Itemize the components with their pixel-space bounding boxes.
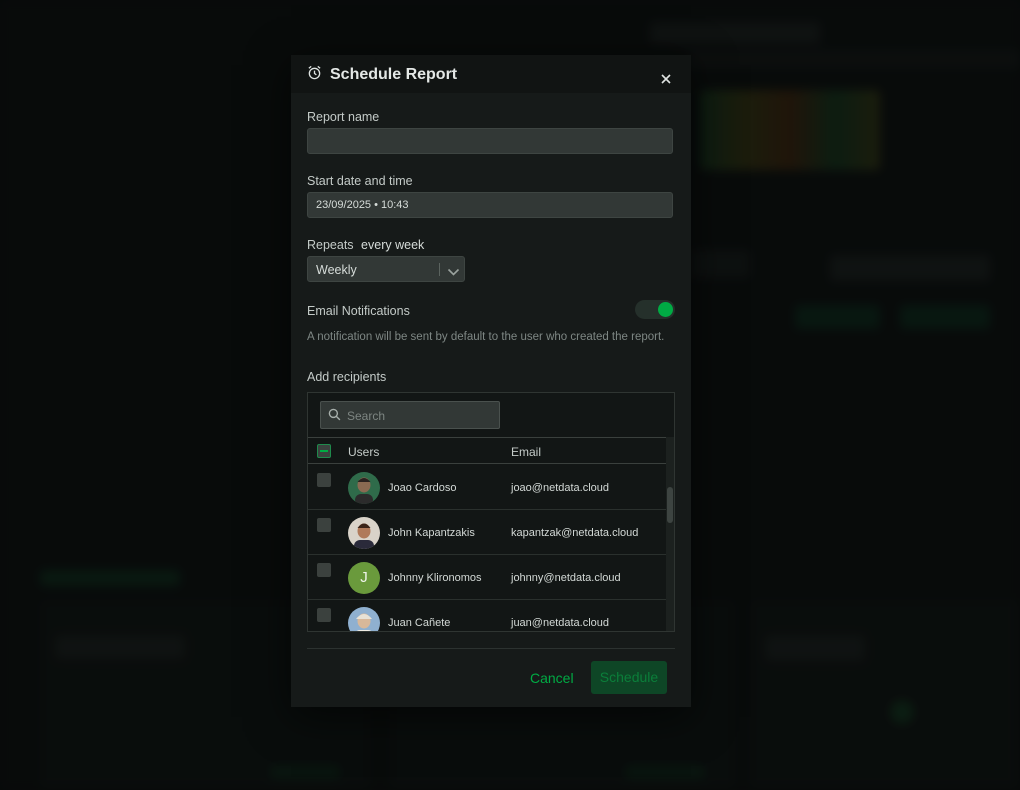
schedule-report-modal: Schedule Report Report name Start date a… [291, 55, 691, 707]
alarm-clock-icon [307, 65, 322, 85]
repeats-label-text: Repeats [307, 238, 354, 252]
table-row[interactable]: Joao Cardoso joao@netdata.cloud [308, 465, 666, 510]
user-name: Joao Cardoso [388, 482, 457, 494]
scrollbar-thumb[interactable] [667, 487, 673, 523]
report-name-input[interactable] [307, 128, 673, 154]
recipients-scrollbar[interactable] [666, 437, 674, 631]
column-email: Email [511, 445, 542, 459]
select-all-checkbox[interactable] [317, 444, 331, 458]
user-name: Juan Cañete [388, 617, 451, 629]
row-checkbox[interactable] [317, 563, 331, 577]
avatar [348, 472, 380, 504]
modal-title: Schedule Report [307, 65, 457, 85]
user-email: joao@netdata.cloud [511, 482, 610, 494]
chevron-down-icon[interactable] [447, 264, 460, 282]
search-input[interactable] [345, 402, 499, 430]
repeats-summary: every week [361, 238, 425, 252]
avatar-initial: J [360, 569, 368, 586]
table-header: Users Email [308, 437, 666, 464]
recipients-search[interactable] [320, 401, 500, 430]
table-row[interactable]: Juan Cañete juan@netdata.cloud [308, 600, 666, 631]
start-date-label: Start date and time [307, 174, 413, 188]
table-row[interactable]: John Kapantzakis kapantzak@netdata.cloud [308, 510, 666, 555]
toggle-knob [658, 302, 673, 317]
modal-title-text: Schedule Report [330, 66, 458, 83]
avatar [348, 607, 380, 631]
avatar [348, 517, 380, 549]
start-date-input[interactable]: 23/09/2025 • 10:43 [307, 192, 673, 218]
footer-divider [307, 648, 675, 649]
user-email: kapantzak@netdata.cloud [511, 527, 639, 539]
user-name: Johnny Klironomos [388, 572, 482, 584]
add-recipients-label: Add recipients [307, 370, 387, 384]
user-email: johnny@netdata.cloud [511, 572, 621, 584]
select-divider [439, 263, 440, 276]
repeats-label: Repeats every week [307, 238, 424, 252]
email-notifications-help: A notification will be sent by default t… [307, 331, 665, 343]
recipients-table: Users Email Joao Cardoso joao@netdata.cl… [307, 392, 675, 632]
close-icon[interactable] [661, 71, 673, 84]
email-notifications-toggle[interactable] [635, 300, 675, 319]
avatar: J [348, 562, 380, 594]
report-name-label: Report name [307, 110, 380, 124]
repeats-select[interactable]: Weekly [307, 256, 465, 282]
modal-header: Schedule Report [291, 55, 691, 93]
user-name: John Kapantzakis [388, 527, 475, 539]
row-checkbox[interactable] [317, 473, 331, 487]
user-email: juan@netdata.cloud [511, 617, 610, 629]
email-notifications-label: Email Notifications [307, 304, 410, 318]
row-checkbox[interactable] [317, 518, 331, 532]
column-users: Users [348, 445, 380, 459]
repeats-select-value: Weekly [316, 263, 357, 277]
schedule-button[interactable]: Schedule [591, 661, 667, 694]
table-row[interactable]: J Johnny Klironomos johnny@netdata.cloud [308, 555, 666, 600]
cancel-button[interactable]: Cancel [530, 670, 574, 686]
search-icon [328, 408, 341, 426]
row-checkbox[interactable] [317, 608, 331, 622]
